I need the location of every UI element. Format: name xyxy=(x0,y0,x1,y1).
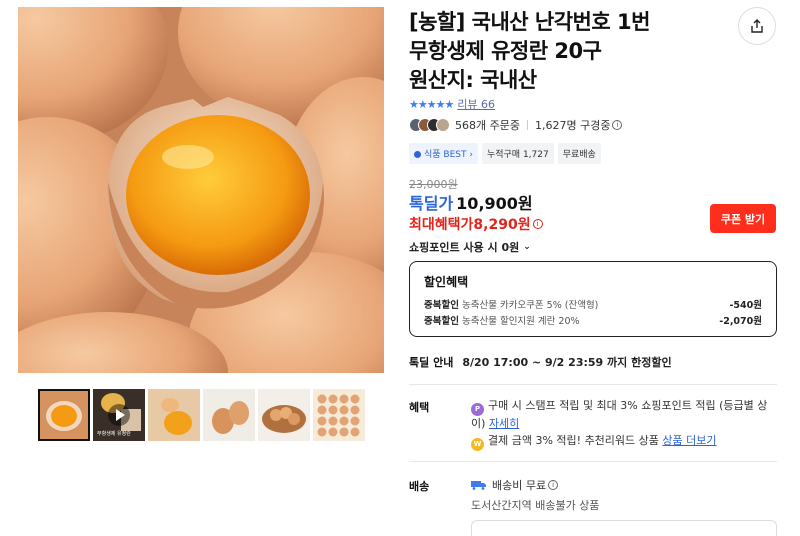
get-coupon-button[interactable]: 쿠폰 받기 xyxy=(710,204,776,233)
benefit-reward-text: 결제 금액 3% 적립! 추천리워드 상품 xyxy=(488,434,659,447)
best-badge-label: 식품 BEST xyxy=(424,150,467,160)
info-icon[interactable]: i xyxy=(612,120,623,130)
details-link[interactable]: 자세히 xyxy=(489,417,519,430)
benefit-stamp: P 구매 시 스탬프 적립 및 최대 3% 쇼핑포인트 적립 (등급별 상이) 자… xyxy=(471,398,771,432)
thumbnail-5[interactable] xyxy=(258,389,310,441)
shipping-fee-row: 배송비 무료 i xyxy=(471,477,559,493)
deal-price-row: 톡딜가 10,900원 xyxy=(409,190,533,214)
thumbnail-2-video[interactable]: 무항생제 유정란 xyxy=(93,389,145,441)
discount-box: 할인혜택 중복할인 농축산물 카카오쿠폰 5% (잔액형) -540원 중복할인 농… xyxy=(409,261,777,337)
section-divider xyxy=(409,384,777,385)
timedeal-label: 톡딜 안내 xyxy=(409,356,454,369)
cumulative-purchase-badge: 누적구매 1,727 xyxy=(481,143,554,164)
play-icon xyxy=(108,404,130,426)
info-icon[interactable]: i xyxy=(532,219,543,229)
max-benefit-price: 8,290원 xyxy=(473,217,531,233)
share-button[interactable] xyxy=(738,7,776,45)
order-count: 568개 주문중 xyxy=(455,119,520,132)
avatar xyxy=(436,118,450,132)
viewer-count: 1,627명 구경중 xyxy=(534,119,611,132)
shipping-note: 도서산간지역 배송불가 상품 xyxy=(471,499,600,512)
video-caption: 무항생제 유정란 xyxy=(97,431,131,437)
info-icon[interactable]: i xyxy=(548,480,559,490)
main-product-image[interactable] xyxy=(18,7,384,373)
thumbnail-3[interactable] xyxy=(148,389,200,441)
buyer-stats: 568개 주문중 1,627명 구경중 i xyxy=(409,117,623,133)
discount-line-desc: 농축산물 카카오쿠폰 5% (잔액형) xyxy=(461,300,599,311)
discount-title: 할인혜택 xyxy=(424,275,469,289)
buyer-avatars xyxy=(409,118,450,132)
shipping-label: 배송 xyxy=(409,480,430,493)
thumb-yolk-image xyxy=(38,389,90,441)
truck-icon xyxy=(471,481,486,490)
shipping-detail-box xyxy=(471,520,777,536)
discount-line-label: 중복할인 xyxy=(424,316,459,327)
shopping-points-toggle[interactable]: 쇼핑포인트 사용 시 0원 ⌄ xyxy=(409,239,531,255)
chevron-down-icon: ⌄ xyxy=(523,242,531,252)
thumb-tray-image xyxy=(313,389,365,441)
more-products-link[interactable]: 상품 더보기 xyxy=(662,434,716,447)
discount-line: 중복할인 농축산물 카카오쿠폰 5% (잔액형) -540원 xyxy=(424,298,762,314)
points-label: 쇼핑포인트 사용 시 0원 xyxy=(409,241,520,254)
divider xyxy=(526,120,528,130)
badge-row: 식품 BEST › 누적구매 1,727 무료배송 xyxy=(409,143,601,164)
thumb-bowl-image xyxy=(258,389,310,441)
title-line-1: [농할] 국내산 난각번호 1번 xyxy=(409,10,650,34)
section-divider xyxy=(409,461,777,462)
discount-line: 중복할인 농축산물 할인지원 계란 20% -2,070원 xyxy=(424,314,762,330)
thumbnail-strip: 무항생제 유정란 xyxy=(38,389,365,441)
thumbnail-4[interactable] xyxy=(203,389,255,441)
thumbnail-6[interactable] xyxy=(313,389,365,441)
share-icon xyxy=(751,19,763,33)
discount-line-amount: -2,070원 xyxy=(719,316,762,327)
egg-photo xyxy=(18,7,384,373)
title-line-3: 원산지: 국내산 xyxy=(409,68,537,92)
thumbnail-1[interactable] xyxy=(38,389,90,441)
benefit-reward: W 결제 금액 3% 적립! 추천리워드 상품 상품 더보기 xyxy=(471,433,771,451)
discount-line-label: 중복할인 xyxy=(424,300,459,311)
timedeal-period: 8/20 17:00 ~ 9/2 23:59 까지 한정할인 xyxy=(462,356,672,369)
deal-label: 톡딜가 xyxy=(409,194,454,213)
thumb-eggs-image xyxy=(203,389,255,441)
best-dot-icon xyxy=(414,151,421,158)
product-title: [농할] 국내산 난각번호 1번 무항생제 유정란 20구 원산지: 국내산 xyxy=(409,8,729,95)
shipping-fee: 배송비 무료 xyxy=(492,479,547,492)
max-benefit-label: 최대혜택가 xyxy=(409,217,474,233)
title-line-2: 무항생제 유정란 20구 xyxy=(409,39,602,63)
rating-row: ★★★★★ 리뷰 66 xyxy=(409,96,495,112)
free-shipping-badge: 무료배송 xyxy=(557,143,601,164)
deal-price: 10,900원 xyxy=(456,194,533,213)
timedeal-info: 톡딜 안내 8/20 17:00 ~ 9/2 23:59 까지 한정할인 xyxy=(409,354,672,370)
reward-coin-icon: W xyxy=(471,438,484,451)
benefit-label: 혜택 xyxy=(409,401,430,414)
point-coin-icon: P xyxy=(471,403,484,416)
best-badge[interactable]: 식품 BEST › xyxy=(409,143,478,164)
thumb-crack-image xyxy=(148,389,200,441)
discount-line-desc: 농축산물 할인지원 계란 20% xyxy=(461,316,580,327)
discount-line-amount: -540원 xyxy=(729,300,762,311)
star-rating: ★★★★★ xyxy=(409,97,454,111)
max-benefit-row: 최대혜택가 8,290원 i xyxy=(409,214,543,234)
review-link[interactable]: 리뷰 66 xyxy=(457,96,495,112)
